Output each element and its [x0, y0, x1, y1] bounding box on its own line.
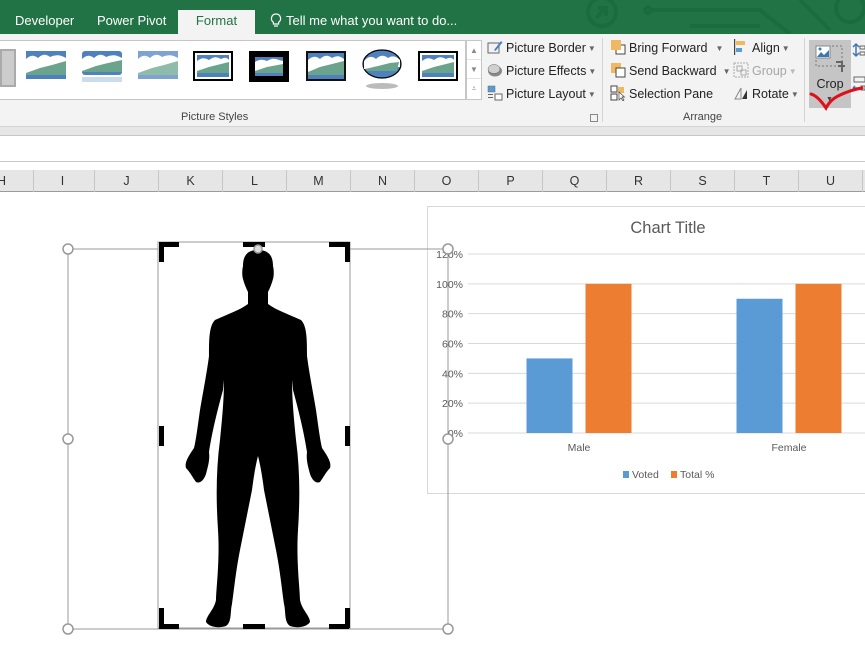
picture-style-8[interactable] — [418, 51, 458, 83]
column-header-i[interactable]: I — [31, 170, 95, 192]
picture-effects-button[interactable]: Picture Effects ▼ — [487, 61, 596, 81]
picture-effects-icon — [487, 64, 502, 77]
group-label: Group — [752, 64, 787, 78]
x-tick-label: Male — [568, 442, 591, 454]
lightbulb-icon — [270, 13, 282, 27]
rotate-label: Rotate — [752, 87, 789, 101]
column-header-n[interactable]: N — [351, 170, 415, 192]
selection-pane-icon — [610, 85, 626, 101]
picture-style-6[interactable] — [306, 51, 346, 83]
picture-style-0[interactable] — [0, 49, 16, 87]
send-backward-label: Send Backward — [629, 64, 717, 78]
picture-layout-label: Picture Layout — [506, 87, 586, 101]
bring-forward-icon — [611, 40, 626, 55]
formula-bar-input[interactable] — [0, 135, 865, 162]
spacer — [0, 162, 865, 170]
column-header-o[interactable]: O — [415, 170, 479, 192]
picture-style-5[interactable] — [249, 51, 289, 83]
picture-border-button[interactable]: Picture Border ▼ — [487, 38, 596, 58]
picture-style-7[interactable] — [362, 49, 402, 91]
group-separator — [804, 38, 805, 122]
bar-voted-male[interactable] — [526, 358, 573, 433]
picture-crop-overlay — [62, 241, 454, 635]
selection-pane-label: Selection Pane — [629, 87, 714, 101]
column-header-r[interactable]: R — [607, 170, 671, 192]
chart-object[interactable]: Chart Title 0% 20% 40% 60% 80% 100% 120% Male F… — [427, 206, 865, 494]
picture-style-1[interactable] — [26, 51, 66, 83]
picture-style-2[interactable] — [82, 51, 122, 83]
column-header-p[interactable]: P — [479, 170, 543, 192]
picture-style-4[interactable] — [193, 51, 233, 83]
column-chart: Chart Title 0%20%40%60%80%100%120% Male F… — [436, 219, 865, 481]
tab-power-pivot[interactable]: Power Pivot — [97, 10, 166, 34]
picture-styles-dialog-launcher[interactable] — [590, 114, 598, 122]
gallery-down-button[interactable]: ▼ — [467, 60, 481, 79]
circuit-decoration — [586, 0, 865, 34]
send-backward-button[interactable]: Send Backward ▼ — [610, 61, 730, 81]
rotate-button[interactable]: Rotate ▼ — [733, 84, 799, 104]
legend-entry[interactable]: Voted — [632, 469, 659, 481]
formula-band — [0, 127, 865, 135]
group-icon — [733, 62, 749, 78]
bring-forward-button[interactable]: Bring Forward ▼ — [610, 38, 723, 58]
picture-styles-gallery — [0, 40, 466, 100]
align-button[interactable]: Align ▼ — [733, 38, 790, 58]
picture-styles-label: Picture Styles — [181, 111, 249, 123]
bar-total-male[interactable] — [585, 283, 632, 433]
ribbon-format: ▲ ▼ ⩡ Picture Styles Picture Border ▼ Pic… — [0, 34, 865, 127]
arrange-label: Arrange — [683, 111, 723, 123]
picture-layout-icon — [487, 85, 503, 101]
legend-swatch — [671, 471, 677, 478]
bar-total-female[interactable] — [795, 283, 842, 433]
send-backward-icon — [611, 63, 626, 78]
group-separator — [602, 38, 603, 122]
picture-style-3[interactable] — [138, 51, 178, 83]
bar-voted-female[interactable] — [736, 298, 783, 433]
selection-pane-button[interactable]: Selection Pane — [610, 84, 713, 104]
bring-forward-label: Bring Forward — [629, 41, 708, 55]
column-header-h[interactable]: H — [0, 170, 34, 192]
tab-format[interactable]: Format — [178, 10, 255, 34]
gallery-scroll: ▲ ▼ ⩡ — [466, 40, 482, 100]
column-header-m[interactable]: M — [287, 170, 351, 192]
column-header-u[interactable]: U — [799, 170, 863, 192]
column-header-j[interactable]: J — [95, 170, 159, 192]
tell-me-search[interactable]: Tell me what you want to do... — [270, 10, 457, 32]
crop-icon — [815, 45, 845, 72]
picture-border-icon — [487, 41, 503, 54]
column-header-l[interactable]: L — [223, 170, 287, 192]
legend-entry[interactable]: Total % — [680, 469, 714, 481]
picture-border-label: Picture Border — [506, 41, 586, 55]
legend-swatch — [623, 471, 629, 478]
column-header-s[interactable]: S — [671, 170, 735, 192]
gallery-up-button[interactable]: ▲ — [467, 41, 481, 60]
picture-layout-button[interactable]: Picture Layout ▼ — [487, 84, 596, 104]
x-tick-label: Female — [771, 442, 806, 454]
rotate-icon — [734, 87, 747, 100]
group-button[interactable]: Group ▼ — [733, 61, 797, 81]
column-header-t[interactable]: T — [735, 170, 799, 192]
picture-effects-label: Picture Effects — [506, 64, 587, 78]
column-header-q[interactable]: Q — [543, 170, 607, 192]
column-headers: HIJKLMNOPQRSTU — [0, 170, 865, 192]
align-icon — [734, 39, 745, 55]
chart-title[interactable]: Chart Title — [630, 219, 705, 237]
column-header-k[interactable]: K — [159, 170, 223, 192]
align-label: Align — [752, 41, 780, 55]
tab-developer[interactable]: Developer — [15, 10, 74, 34]
gallery-more-button[interactable]: ⩡ — [467, 79, 481, 98]
tell-me-placeholder: Tell me what you want to do... — [286, 13, 458, 28]
ribbon-tab-bar: Developer Power Pivot Format Tell me wha… — [0, 0, 865, 34]
red-checkmark-annotation — [809, 86, 864, 111]
excel-window: Developer Power Pivot Format Tell me wha… — [0, 0, 865, 651]
